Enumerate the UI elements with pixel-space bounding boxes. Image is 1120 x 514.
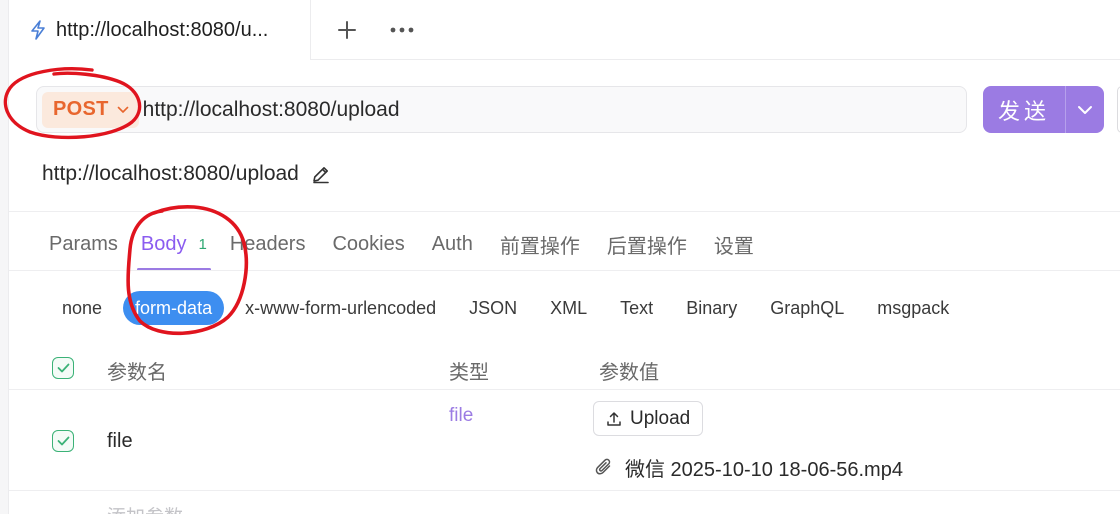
tab-bar: http://localhost:8080/u...: [9, 0, 1120, 60]
tab-body-label: Body: [140, 232, 187, 255]
select-all-checkbox[interactable]: [52, 357, 74, 379]
more-icon: [390, 27, 414, 33]
tab-settings[interactable]: 设置: [714, 224, 754, 264]
params-table-header: 参数名 类型 参数值: [9, 346, 1120, 390]
tab-body[interactable]: Body 1: [136, 224, 211, 271]
left-panel-edge: [0, 0, 9, 514]
file-name: 微信 2025-10-10 18-06-56.mp4: [625, 458, 903, 481]
request-name: http://localhost:8080/upload: [42, 162, 299, 185]
tabs-divider: [9, 270, 1120, 271]
tab-cookies[interactable]: Cookies: [332, 224, 404, 264]
tab-pre-request-label: 前置操作: [499, 235, 580, 258]
check-icon: [57, 363, 69, 373]
body-type-form-data[interactable]: form-data: [123, 291, 225, 325]
upload-label: Upload: [630, 407, 691, 429]
param-type-select[interactable]: file: [449, 405, 473, 427]
method-label: POST: [53, 98, 109, 120]
request-tab[interactable]: http://localhost:8080/u...: [9, 0, 311, 60]
send-button[interactable]: 发送: [983, 86, 1065, 133]
body-type-json[interactable]: JSON: [457, 291, 529, 325]
method-select[interactable]: POST: [42, 91, 139, 128]
body-type-binary[interactable]: Binary: [674, 291, 749, 325]
tab-params[interactable]: Params: [49, 224, 118, 264]
row-checkbox[interactable]: [52, 430, 74, 452]
body-type-msgpack[interactable]: msgpack: [865, 291, 961, 325]
body-type-none[interactable]: none: [50, 291, 114, 325]
upload-button[interactable]: Upload: [593, 401, 704, 436]
tab-headers[interactable]: Headers: [230, 224, 306, 264]
paperclip-icon: [595, 458, 611, 475]
url-bar: POST: [36, 86, 967, 133]
send-options-button[interactable]: [1066, 86, 1104, 133]
tab-auth-label: Auth: [431, 232, 473, 255]
request-tabs: Params Body 1 Headers Cookies Auth 前置操作 …: [49, 224, 781, 271]
body-count-badge: 1: [198, 235, 207, 253]
tab-title: http://localhost:8080/u...: [56, 18, 269, 41]
body-type-urlencoded[interactable]: x-www-form-urlencoded: [233, 291, 448, 325]
app-window: http://localhost:8080/u... POST 发送 http:…: [0, 0, 1120, 514]
attached-file[interactable]: 微信 2025-10-10 18-06-56.mp4: [595, 453, 903, 481]
request-name-row: http://localhost:8080/upload: [42, 158, 331, 190]
bolt-icon: [29, 20, 49, 40]
tab-params-label: Params: [49, 232, 118, 255]
tab-cookies-label: Cookies: [332, 232, 405, 255]
tab-post-request-label: 后置操作: [606, 235, 687, 258]
param-name[interactable]: file: [107, 430, 133, 453]
body-type-graphql[interactable]: GraphQL: [758, 291, 856, 325]
body-type-xml[interactable]: XML: [538, 291, 599, 325]
check-icon: [57, 436, 69, 446]
tab-settings-label: 设置: [713, 235, 754, 258]
edit-icon[interactable]: [311, 164, 331, 184]
tab-post-request[interactable]: 后置操作: [607, 224, 687, 264]
chevron-down-icon: [117, 106, 128, 113]
tab-pre-request[interactable]: 前置操作: [500, 224, 580, 264]
body-type-text[interactable]: Text: [608, 291, 665, 325]
plus-icon: [338, 21, 356, 39]
upload-icon: [607, 411, 621, 426]
tab-headers-label: Headers: [229, 232, 306, 255]
tab-auth[interactable]: Auth: [432, 224, 473, 264]
url-input[interactable]: [142, 89, 966, 130]
table-row: file file Upload 微信 2025-10-10 18-06-56.…: [9, 391, 1120, 491]
chevron-down-icon: [1078, 105, 1092, 114]
more-tabs-button[interactable]: [384, 12, 420, 48]
send-button-group: 发送: [983, 86, 1104, 133]
section-divider: [9, 211, 1120, 212]
header-param-value: 参数值: [599, 362, 659, 384]
header-param-type: 类型: [449, 362, 489, 384]
new-tab-button[interactable]: [329, 12, 365, 48]
body-type-selector: none form-data x-www-form-urlencoded JSO…: [50, 290, 970, 326]
add-param-input[interactable]: 添加参数: [107, 502, 183, 514]
header-param-name: 参数名: [107, 362, 167, 384]
